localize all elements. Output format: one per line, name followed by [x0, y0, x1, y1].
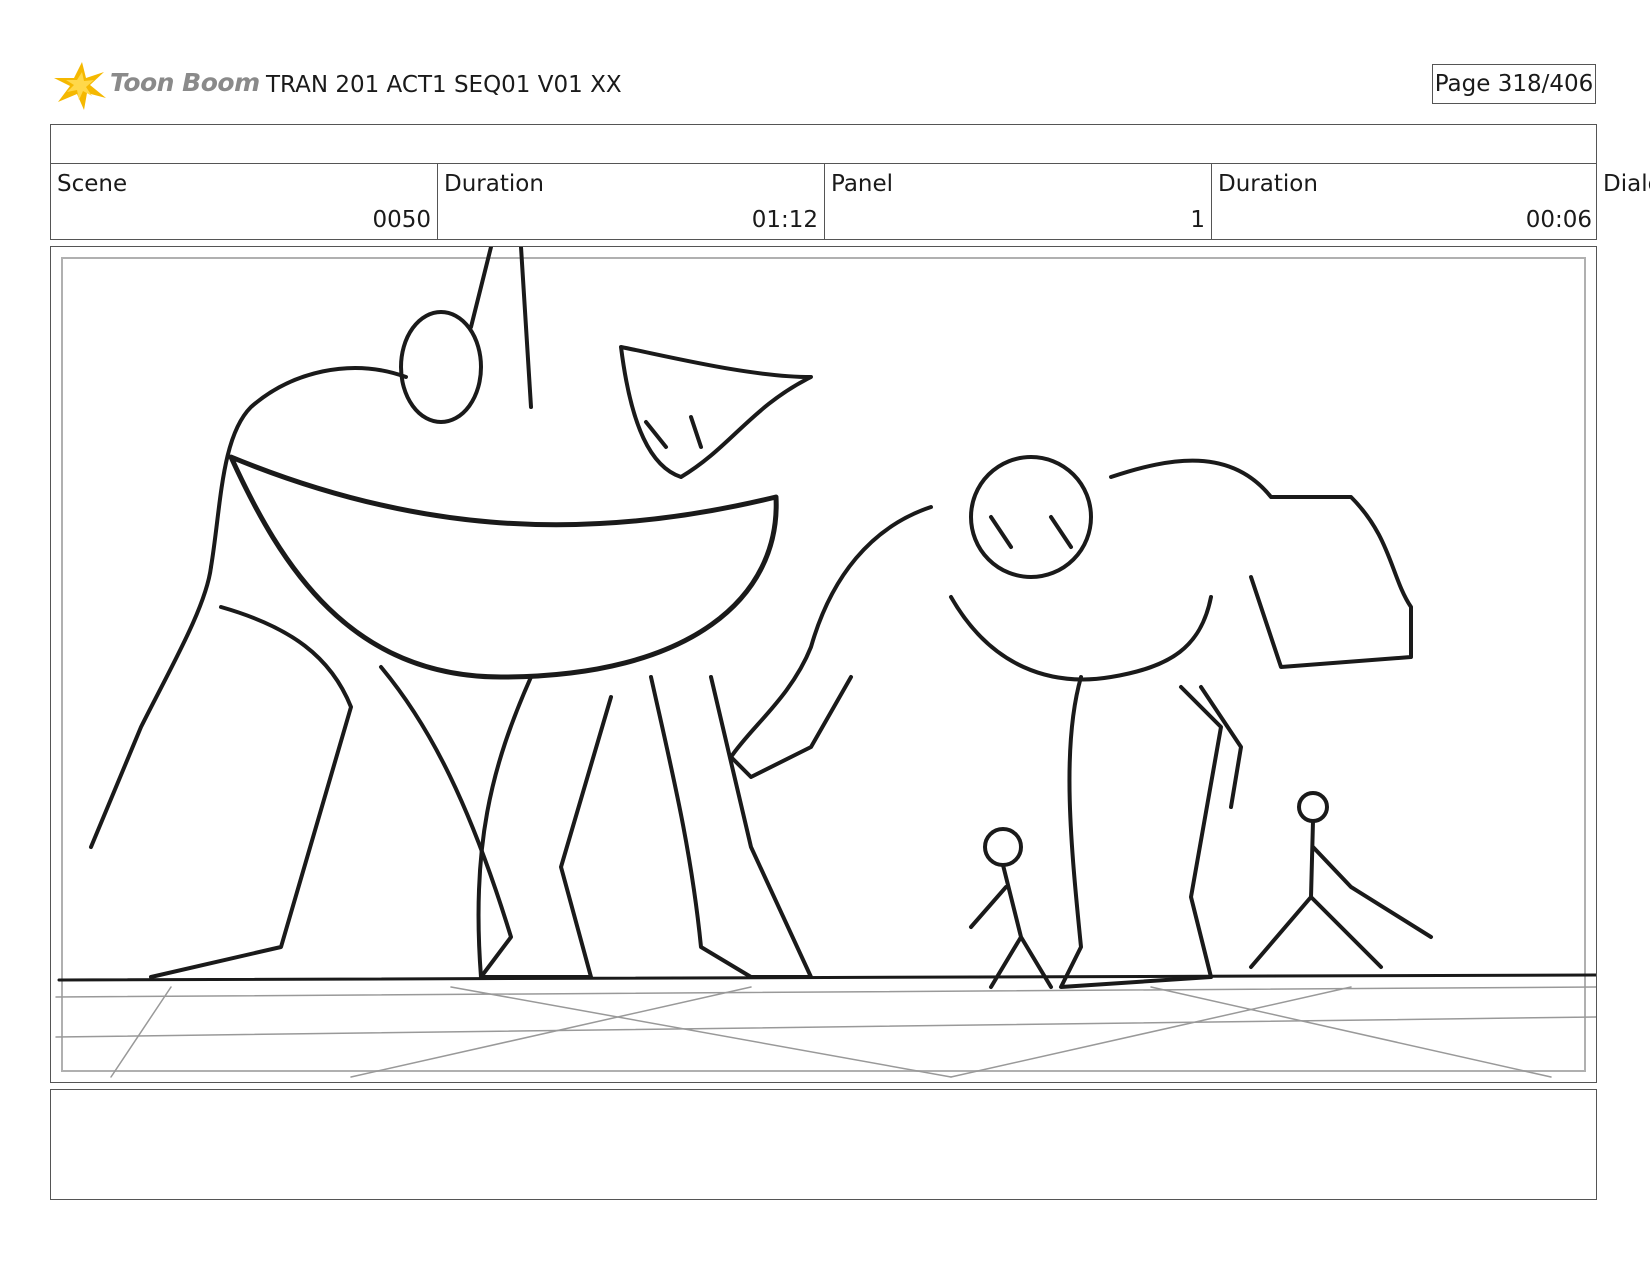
storyboard-frame: [50, 246, 1597, 1083]
brand-name: Toon Boom: [110, 68, 260, 97]
panel-label: Panel: [831, 171, 894, 197]
header-bar: [50, 124, 1597, 164]
document-title: TRAN 201 ACT1 SEQ01 V01 XX: [266, 72, 622, 98]
panel-duration-value: 00:06: [1525, 207, 1592, 233]
info-row: Scene 0050 Duration 01:12 Panel 1 Durati…: [50, 163, 1597, 240]
scene-value: 0050: [372, 207, 431, 233]
panel-value: 1: [1190, 207, 1205, 233]
scene-cell: Scene 0050: [51, 163, 438, 239]
toon-boom-logo: Toon Boom: [52, 58, 260, 112]
storyboard-sketch: [55, 247, 1596, 1078]
page-indicator: Page 318/406: [1432, 64, 1596, 104]
panel-cell: Panel 1: [825, 163, 1212, 239]
panel-duration-label: Duration: [1218, 171, 1318, 197]
scene-duration-value: 01:12: [751, 207, 818, 233]
dialog-label: Dialo: [1603, 171, 1650, 197]
scene-label: Scene: [57, 171, 128, 197]
scene-duration-cell: Duration 01:12: [438, 163, 825, 239]
panel-duration-cell: Duration 00:06: [1212, 163, 1598, 239]
dialog-box: [50, 1089, 1597, 1200]
scene-duration-label: Duration: [444, 171, 544, 197]
star-burst-icon: [54, 62, 106, 110]
